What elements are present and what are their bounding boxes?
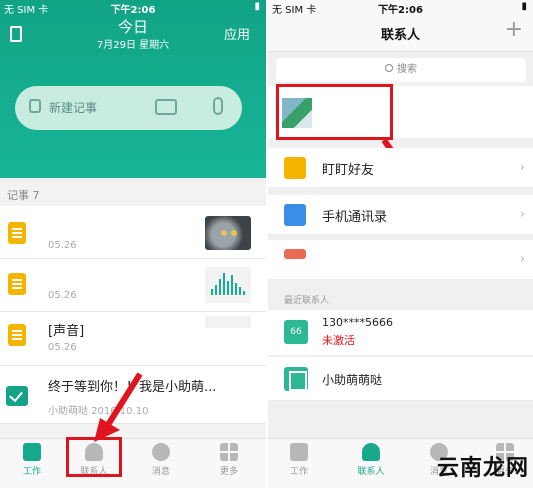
search-icon [385,64,393,72]
camera-icon[interactable] [155,99,177,115]
row-label: 盯盯好友 [322,163,375,178]
contact-name: 小助萌萌哒 [322,373,383,387]
phone-contacts-row[interactable]: 手机通讯录 › [268,195,533,235]
new-note-bar[interactable]: 新建记事 [15,86,242,130]
clock: 下午2:06 [378,5,423,16]
grid-icon [220,443,238,461]
search-placeholder: 搜索 [397,64,417,75]
dingding-friends-row[interactable]: 盯盯好友 › [268,148,533,188]
cat-photo-thumbnail [205,216,251,250]
search-input[interactable]: 搜索 [276,58,526,82]
work-icon [290,443,308,461]
phone-icon [284,204,306,226]
message-icon [152,443,170,461]
note-doc-icon [8,222,26,244]
note-doc-icon [8,273,26,295]
chevron-right-icon: › [519,207,525,222]
chevron-right-icon: › [519,252,525,267]
audio-thumbnail [205,316,251,328]
contact-status: 未激活 [322,334,355,347]
bottom-tab-bar: 工作 联系人 消息 更多 [0,438,266,488]
group-icon [284,249,306,259]
notes-screen: 无 SIM 卡 下午2:06 ▮ 今日 7月29日 星期六 应用 新建记事 记事… [0,0,266,488]
checklist-icon [6,386,28,406]
highlight-box [276,84,393,140]
note-date: 05.26 [48,290,77,301]
tab-contacts[interactable]: 联系人 [346,443,396,477]
recent-contacts-label: 最近联系人 [284,296,330,306]
friend-icon [284,157,306,179]
tab-work[interactable]: 工作 [7,443,57,477]
status-bar: 无 SIM 卡 下午2:06 ▮ [0,0,266,16]
tab-label: 工作 [289,467,308,477]
tab-label: 消息 [151,467,170,477]
work-icon [23,443,41,461]
row-label: 手机通讯录 [322,210,388,225]
apps-button[interactable]: 应用 [224,24,250,43]
audio-waveform-icon [205,267,251,303]
tab-label: 工作 [22,467,41,477]
contact-row[interactable]: 66 130****5666 未激活 [268,310,533,356]
tab-work[interactable]: 工作 [274,443,324,477]
contact-name: 130****5666 [322,316,393,329]
note-doc-icon [8,324,26,346]
red-arrow-icon [94,372,143,442]
tab-label: 联系人 [357,467,385,477]
clock: 下午2:06 [110,5,156,16]
battery-icon: ▮ [521,1,527,12]
note-date: 05.26 [48,342,77,353]
contacts-header: 无 SIM 卡 下午2:06 ▮ 联系人 + [268,0,533,52]
add-contact-button[interactable]: + [505,19,523,41]
tab-messages[interactable]: 消息 [136,443,186,477]
battery-icon: ▮ [254,1,260,12]
page-title: 联系人 [380,28,420,43]
note-title: [声音] [48,324,85,339]
chevron-right-icon: › [519,160,525,175]
note-date: 05.26 [48,240,77,251]
contacts-screen: 无 SIM 卡 下午2:06 ▮ 联系人 + 搜索 盯盯好友 › 手机通讯录 ›… [268,0,533,488]
note-item[interactable]: 05.26 [0,206,266,259]
contact-row[interactable]: 小助萌萌哒 [268,357,533,401]
contacts-row[interactable]: › [268,240,533,280]
new-note-placeholder: 新建记事 [49,101,98,115]
contacts-icon [362,443,380,461]
note-item[interactable]: 05.26 [0,259,266,312]
notes-count-label: 记事 7 [7,189,40,202]
tab-label: 更多 [219,467,238,477]
microphone-icon[interactable] [213,97,223,115]
note-icon [29,99,41,113]
tab-more[interactable]: 更多 [204,443,254,477]
today-header: 无 SIM 卡 下午2:06 ▮ 今日 7月29日 星期六 应用 新建记事 [0,0,266,178]
site-watermark: 云南龙网 [436,455,529,481]
status-bar: 无 SIM 卡 下午2:06 ▮ [268,0,533,16]
helper-avatar-icon [284,367,308,391]
note-item[interactable]: [声音] 05.26 [0,312,266,366]
contact-avatar: 66 [284,320,308,344]
